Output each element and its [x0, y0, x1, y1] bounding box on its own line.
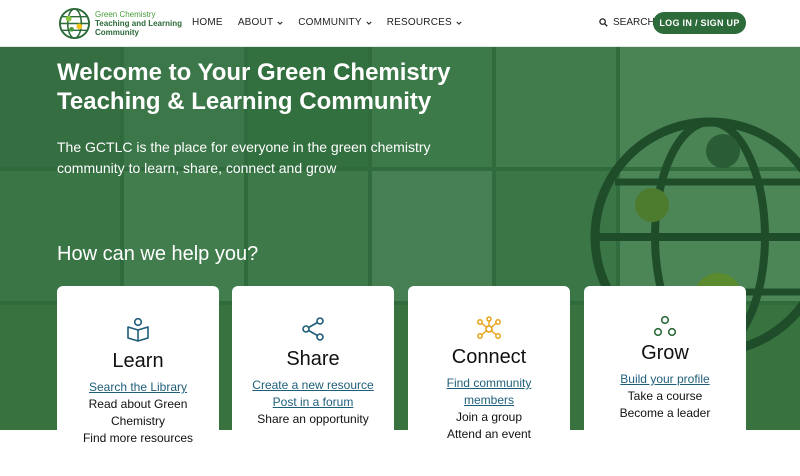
hero-subtitle: The GCTLC is the place for everyone in t…: [57, 139, 431, 176]
photo-tile: [0, 171, 120, 301]
photo-tile: [124, 171, 244, 301]
network-icon: [477, 316, 501, 339]
nav-about-label: ABOUT: [237, 17, 274, 28]
logo-wordmark: Green Chemistry Teaching and Learning Co…: [95, 10, 182, 37]
share-icon: [302, 317, 324, 341]
connect-card-line: Join a group: [455, 410, 523, 424]
globe-logo-icon: [58, 7, 91, 40]
share-card-line: Share an opportunity: [257, 412, 369, 426]
find-members-link[interactable]: Find community members: [408, 375, 570, 409]
create-resource-link[interactable]: Create a new resource: [232, 377, 394, 394]
learn-card-line: Find more resources: [82, 431, 194, 445]
connect-card-title: Connect: [451, 346, 527, 368]
book-reader-icon: [127, 317, 149, 342]
connect-card-line: Attend an event: [446, 427, 532, 441]
nav-resources[interactable]: RESOURCES: [387, 17, 462, 28]
search-label: SEARCH: [613, 17, 655, 28]
site-logo[interactable]: Green Chemistry Teaching and Learning Co…: [58, 7, 182, 40]
logo-line-3: Community: [95, 28, 139, 37]
share-card: Share Create a new resource Post in a fo…: [232, 286, 394, 476]
post-forum-link[interactable]: Post in a forum: [232, 394, 394, 411]
share-card-title: Share: [286, 348, 340, 370]
search-library-link[interactable]: Search the Library: [57, 379, 219, 396]
chevron-down-icon: [456, 21, 462, 25]
logo-line-1: Green Chemistry: [95, 10, 156, 19]
nav-community-label: COMMUNITY: [298, 17, 362, 28]
nav-about[interactable]: ABOUT: [238, 17, 283, 28]
logo-line-2: Teaching and Learning: [95, 19, 182, 28]
grow-card: Grow Build your profile Take a course Be…: [584, 286, 746, 476]
learn-card: Learn Search the Library Read about Gree…: [57, 286, 219, 476]
learn-card-line: Read about Green Chemistry: [88, 397, 188, 428]
chevron-down-icon: [366, 21, 372, 25]
main-nav: HOME ABOUT COMMUNITY RESOURCES: [192, 17, 477, 28]
site-header: Green Chemistry Teaching and Learning Co…: [0, 0, 800, 47]
nav-community[interactable]: COMMUNITY: [298, 17, 372, 28]
growth-icon: [653, 315, 677, 337]
search-icon: [599, 18, 608, 27]
photo-tile: [248, 171, 368, 301]
chevron-down-icon: [277, 21, 283, 25]
hero-title: Welcome to Your Green Chemistry Teaching…: [57, 59, 451, 115]
nav-resources-label: RESOURCES: [386, 17, 452, 28]
grow-card-line: Become a leader: [619, 406, 711, 420]
grow-card-line: Take a course: [627, 389, 703, 403]
nav-home-label: HOME: [192, 17, 223, 28]
search-button[interactable]: SEARCH: [599, 17, 655, 28]
login-signup-button[interactable]: LOG IN / SIGN UP: [653, 12, 746, 34]
connect-card: Connect Find community members Join a gr…: [408, 286, 570, 476]
nav-home[interactable]: HOME: [192, 17, 223, 28]
learn-card-title: Learn: [112, 350, 164, 372]
build-profile-link[interactable]: Build your profile: [584, 371, 746, 388]
grow-card-title: Grow: [641, 342, 689, 364]
photo-tile: [372, 171, 492, 301]
help-heading: How can we help you?: [57, 243, 259, 265]
